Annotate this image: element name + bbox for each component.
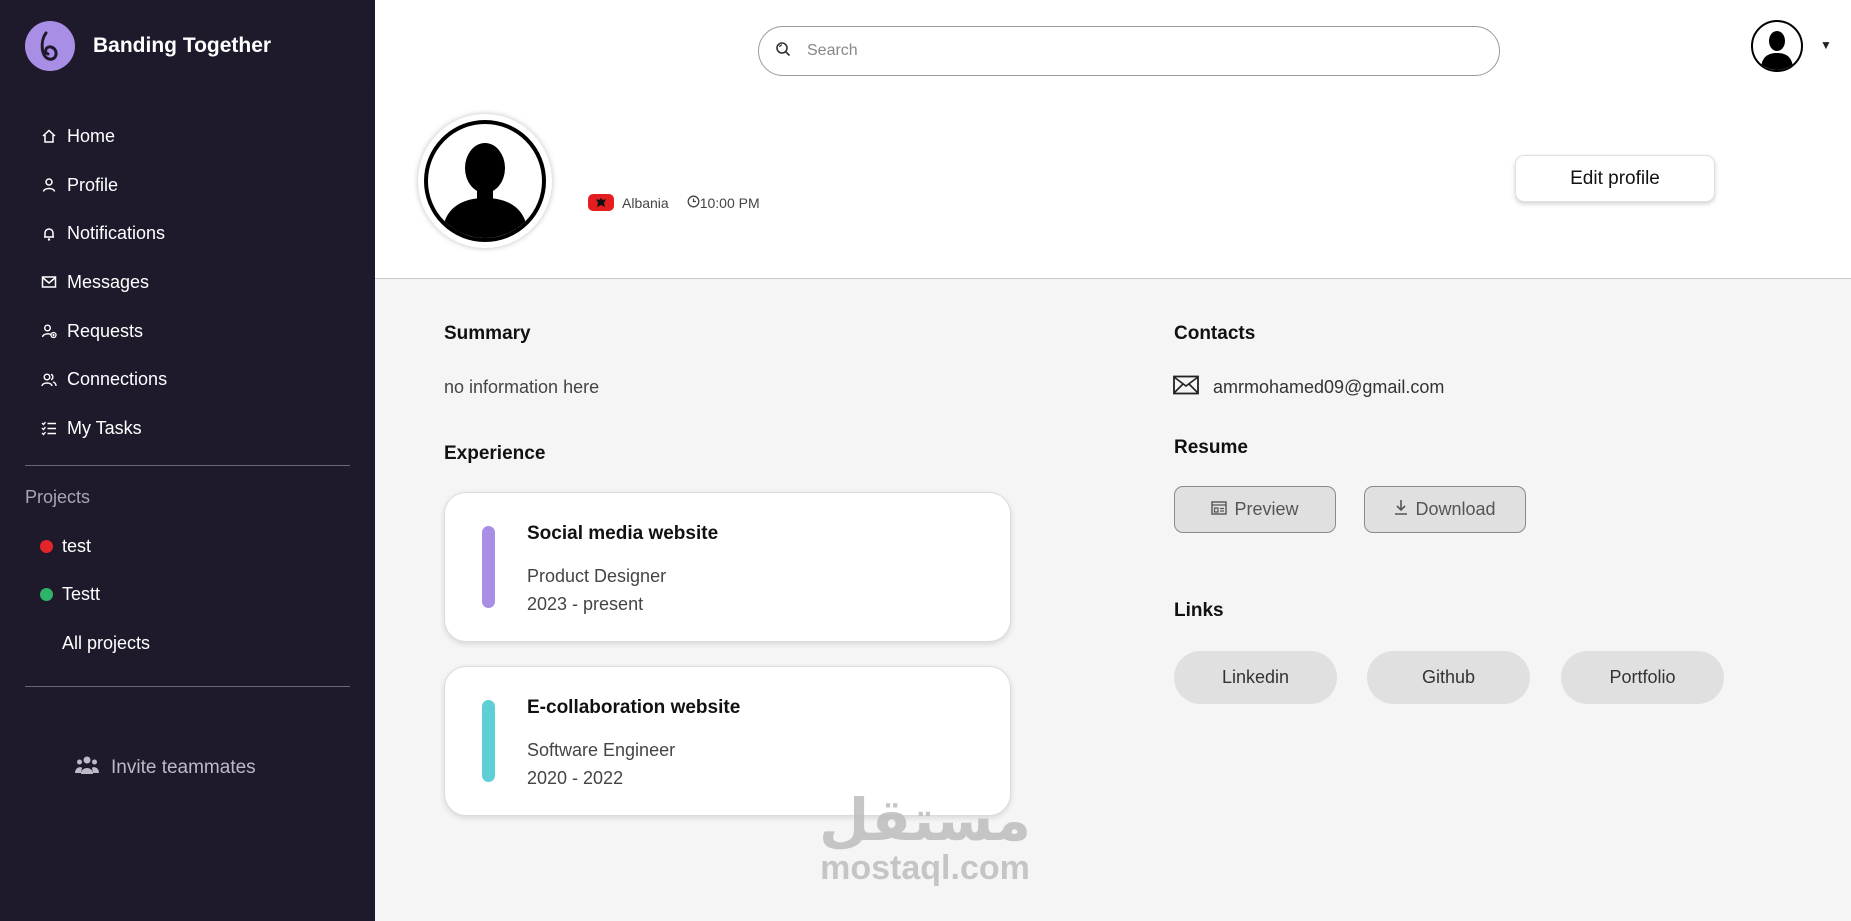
nav-item-messages[interactable]: Messages [40,258,167,307]
users-icon [40,371,58,389]
email-text: amrmohamed09@gmail.com [1213,377,1445,397]
portfolio-link[interactable]: Portfolio [1561,651,1724,704]
project-status-dot [40,540,53,553]
summary-text: no information here [444,377,600,397]
project-status-dot [40,588,53,601]
projects-heading: Projects [25,487,91,507]
preview-icon [1211,499,1228,520]
experience-dates: 2020 - 2022 [527,768,624,788]
nav-item-label: Messages [67,271,150,292]
sidebar-divider [25,465,350,466]
all-projects-label: All projects [62,633,151,653]
linkedin-link[interactable]: Linkedin [1174,651,1337,704]
preview-label: Preview [1234,499,1299,519]
nav-item-connections[interactable]: Connections [40,355,167,404]
watermark: مستقل mostaql.com [812,790,1038,886]
profile-avatar [418,114,552,248]
github-link[interactable]: Github [1367,651,1530,704]
brand-name: Banding Together [93,34,272,57]
chevron-down-icon[interactable]: ▼ [1820,38,1832,52]
invite-teammates-button[interactable]: Invite teammates [75,755,256,781]
nav-item-label: Profile [67,174,119,195]
watermark-latin: mostaql.com [820,849,1030,887]
local-time: 10:00 PM [687,195,760,211]
nav-item-label: Requests [67,320,144,341]
bell-icon [40,225,58,243]
nav-item-my-tasks[interactable]: My Tasks [40,404,167,453]
experience-accent-bar [482,526,495,608]
experience-card[interactable]: Social media website Product Designer 20… [444,492,1011,642]
profile-header: Albania 10:00 PM Edit profile [375,86,1851,279]
user-plus-icon [40,322,58,340]
nav-item-requests[interactable]: Requests [40,307,167,356]
experience-accent-bar [482,700,495,782]
links-heading: Links [1174,600,1224,621]
project-label: Testt [62,584,101,604]
experience-role: Product Designer [527,566,667,586]
profile-meta: Albania 10:00 PM [588,194,760,211]
invite-label: Invite teammates [111,757,256,778]
project-item-test[interactable]: test [40,536,91,557]
country-label: Albania [622,194,669,211]
brand[interactable]: Banding Together [25,21,271,71]
search-input[interactable] [807,42,1447,60]
project-item-testt[interactable]: Testt [40,584,100,605]
team-icon [75,755,99,781]
top-bar: ▼ [375,0,1851,86]
experience-heading: Experience [444,443,546,464]
sidebar-divider [25,686,350,687]
user-icon [40,176,58,194]
watermark-arabic: مستقل [818,786,1032,854]
user-avatar[interactable] [1751,20,1803,72]
contacts-heading: Contacts [1174,323,1256,344]
summary-heading: Summary [444,323,531,344]
clock-icon [687,195,700,211]
experience-role: Software Engineer [527,740,676,760]
main-nav: Home Profile Notifications Messages Requ… [40,112,167,453]
time-label: 10:00 PM [699,194,760,211]
edit-profile-button[interactable]: Edit profile [1515,155,1715,202]
resume-preview-button[interactable]: Preview [1174,486,1336,533]
resume-heading: Resume [1174,437,1248,458]
email-contact[interactable]: amrmohamed09@gmail.com [1173,375,1444,400]
nav-item-profile[interactable]: Profile [40,161,167,210]
avatar-silhouette-icon [424,120,546,242]
download-label: Download [1415,499,1496,519]
sidebar: Banding Together Home Profile Notificati… [0,0,375,921]
all-projects-link[interactable]: All projects [62,633,150,654]
nav-item-label: Home [67,125,116,146]
checklist-icon [40,419,58,437]
nav-item-label: Notifications [67,223,166,244]
albania-flag-icon [588,194,614,211]
brand-logo-icon [25,21,75,71]
search-box[interactable] [758,26,1500,76]
mail-icon [40,273,58,291]
download-icon [1394,499,1408,520]
nav-item-notifications[interactable]: Notifications [40,209,167,258]
experience-title: Social media website [527,523,719,544]
resume-download-button[interactable]: Download [1364,486,1526,533]
nav-item-home[interactable]: Home [40,112,167,161]
nav-item-label: My Tasks [67,417,142,438]
experience-dates: 2023 - present [527,594,644,614]
experience-title: E-collaboration website [527,697,741,718]
project-label: test [62,536,92,556]
home-icon [40,127,58,145]
mail-icon [1173,375,1199,400]
search-icon [775,41,791,62]
nav-item-label: Connections [67,369,168,390]
